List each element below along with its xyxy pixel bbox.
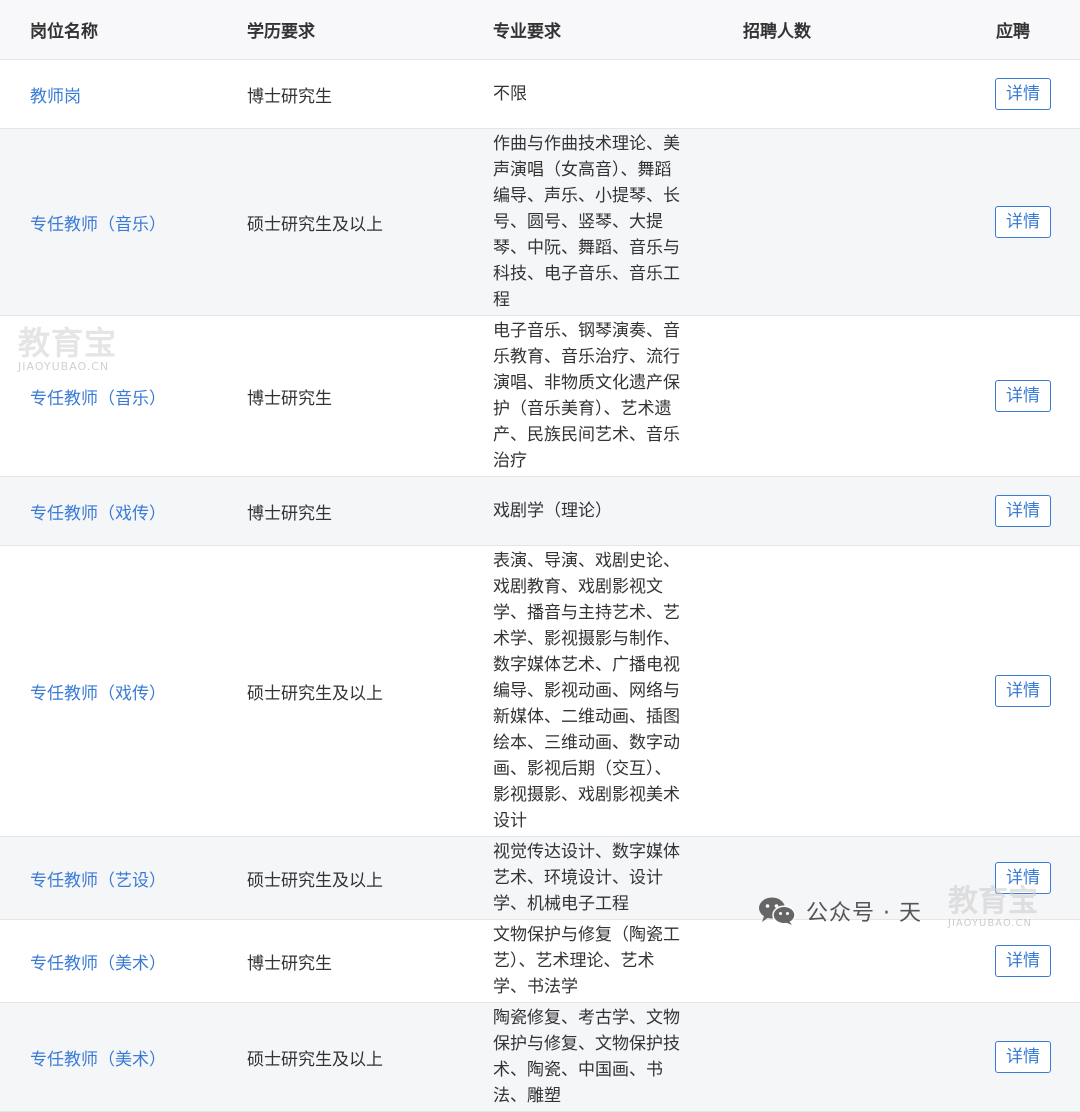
wechat-watermark: 公众号 · 天: [758, 895, 922, 927]
count-cell: [713, 59, 958, 129]
table-row: 教师岗 博士研究生 不限 详情: [0, 59, 1080, 129]
education-cell: 硕士研究生及以上: [215, 545, 463, 837]
position-cell[interactable]: 教师岗: [0, 59, 215, 129]
detail-button[interactable]: 详情: [995, 945, 1051, 977]
watermark-left-title: 教育宝: [18, 324, 118, 362]
major-cell: 表演、导演、戏剧史论、戏剧教育、戏剧影视文学、播音与主持艺术、艺术学、影视摄影与…: [463, 545, 713, 837]
detail-button[interactable]: 详情: [995, 675, 1051, 707]
header-major: 专业要求: [463, 0, 713, 60]
table-row: 专任教师（美术） 硕士研究生及以上 陶瓷修复、考古学、文物保护与修复、文物保护技…: [0, 1002, 1080, 1112]
count-cell: [713, 1002, 958, 1112]
major-cell: 作曲与作曲技术理论、美声演唱（女高音）、舞蹈编导、声乐、小提琴、长号、圆号、竖琴…: [463, 128, 713, 316]
major-cell: 视觉传达设计、数字媒体艺术、环境设计、设计学、机械电子工程: [463, 836, 713, 920]
table-row: 专任教师（美术） 博士研究生 文物保护与修复（陶瓷工艺）、艺术理论、艺术学、书法…: [0, 919, 1080, 1003]
header-apply: 应聘: [958, 0, 1080, 60]
recruitment-table: 岗位名称 学历要求 专业要求 招聘人数 应聘 教师岗 博士研究生 不限 详情 专…: [0, 0, 1080, 1112]
detail-button[interactable]: 详情: [995, 1041, 1051, 1073]
education-cell: 博士研究生: [215, 59, 463, 129]
count-cell: [713, 545, 958, 837]
position-cell[interactable]: 专任教师（戏传）: [0, 545, 215, 837]
watermark-right-title: 教育宝: [948, 884, 1038, 919]
position-cell[interactable]: 专任教师（戏传）: [0, 476, 215, 546]
watermark-logo-left: 教育宝 JIAOYUBAO.CN: [18, 326, 117, 373]
count-cell: [713, 919, 958, 1003]
position-cell[interactable]: 专任教师（艺设）: [0, 836, 215, 920]
wechat-icon: [759, 897, 796, 925]
watermark-right-domain: JIAOYUBAO.CN: [948, 918, 1032, 929]
table-row: 专任教师（音乐） 硕士研究生及以上 作曲与作曲技术理论、美声演唱（女高音）、舞蹈…: [0, 128, 1080, 316]
major-cell: 电子音乐、钢琴演奏、音乐教育、音乐治疗、流行演唱、非物质文化遗产保护（音乐美育）…: [463, 315, 713, 477]
header-count: 招聘人数: [713, 0, 958, 60]
education-cell: 博士研究生: [215, 919, 463, 1003]
position-cell[interactable]: 专任教师（音乐）: [0, 128, 215, 316]
education-cell: 硕士研究生及以上: [215, 1002, 463, 1112]
position-cell[interactable]: 专任教师（美术）: [0, 919, 215, 1003]
count-cell: [713, 476, 958, 546]
watermark-logo-right: 教育宝 JIAOYUBAO.CN: [948, 884, 1038, 930]
wechat-label: 公众号 · 天: [806, 901, 922, 926]
major-cell: 文物保护与修复（陶瓷工艺）、艺术理论、艺术学、书法学: [463, 919, 713, 1003]
table-row: 专任教师（音乐） 博士研究生 电子音乐、钢琴演奏、音乐教育、音乐治疗、流行演唱、…: [0, 315, 1080, 477]
header-position: 岗位名称: [0, 0, 215, 60]
detail-button[interactable]: 详情: [995, 206, 1051, 238]
education-cell: 博士研究生: [215, 315, 463, 477]
table-row: 专任教师（戏传） 博士研究生 戏剧学（理论） 详情: [0, 476, 1080, 546]
education-cell: 硕士研究生及以上: [215, 836, 463, 920]
count-cell: [713, 315, 958, 477]
header-education: 学历要求: [215, 0, 463, 60]
watermark-left-domain: JIAOYUBAO.CN: [18, 360, 110, 373]
count-cell: [713, 128, 958, 316]
major-cell: 不限: [463, 59, 713, 129]
table-row: 专任教师（戏传） 硕士研究生及以上 表演、导演、戏剧史论、戏剧教育、戏剧影视文学…: [0, 545, 1080, 837]
table-header-row: 岗位名称 学历要求 专业要求 招聘人数 应聘: [0, 0, 1080, 60]
detail-button[interactable]: 详情: [995, 380, 1051, 412]
education-cell: 博士研究生: [215, 476, 463, 546]
position-cell[interactable]: 专任教师（美术）: [0, 1002, 215, 1112]
detail-button[interactable]: 详情: [995, 78, 1051, 110]
major-cell: 陶瓷修复、考古学、文物保护与修复、文物保护技术、陶瓷、中国画、书法、雕塑: [463, 1002, 713, 1112]
education-cell: 硕士研究生及以上: [215, 128, 463, 316]
major-cell: 戏剧学（理论）: [463, 476, 713, 546]
detail-button[interactable]: 详情: [995, 495, 1051, 527]
